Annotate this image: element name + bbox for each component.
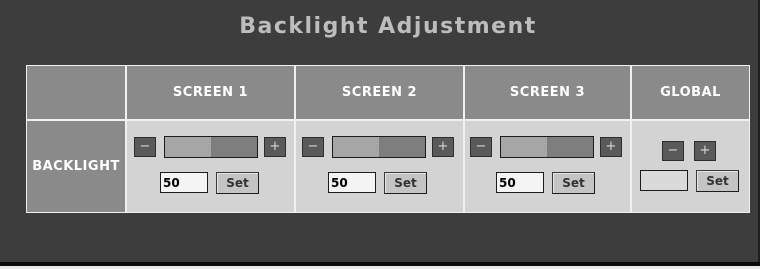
screen-3-set-button[interactable]: Set — [552, 172, 595, 194]
screen-2-controls: − + Set — [296, 121, 463, 212]
screen-2-slider-fill — [333, 137, 379, 157]
backlight-panel: Backlight Adjustment SCREEN 1 SCREEN 2 S… — [0, 0, 760, 262]
screen-1-value-input[interactable] — [160, 172, 208, 193]
row-label-backlight: BACKLIGHT — [27, 121, 125, 212]
screen-3-increase-button[interactable]: + — [600, 137, 622, 157]
screen-3-backlight-slider[interactable] — [500, 136, 594, 158]
header-screen-3: SCREEN 3 — [465, 66, 630, 119]
global-value-input[interactable] — [640, 170, 688, 191]
screen-2-increase-button[interactable]: + — [432, 137, 454, 157]
global-decrease-button[interactable]: − — [662, 141, 684, 161]
screen-2-backlight-slider[interactable] — [332, 136, 426, 158]
screen-3-slider-fill — [501, 137, 547, 157]
screen-2-set-button[interactable]: Set — [384, 172, 427, 194]
screen-3-controls: − + Set — [465, 121, 630, 212]
screen-1-controls: − + Set — [127, 121, 294, 212]
screen-2-decrease-button[interactable]: − — [302, 137, 324, 157]
screen-3-value-input[interactable] — [496, 172, 544, 193]
screen-1-set-button[interactable]: Set — [216, 172, 259, 194]
header-corner — [27, 66, 125, 119]
screen-1-increase-button[interactable]: + — [264, 137, 286, 157]
global-controls: − + Set — [632, 121, 749, 212]
header-screen-2: SCREEN 2 — [296, 66, 463, 119]
global-set-button[interactable]: Set — [696, 170, 739, 192]
screen-1-backlight-slider[interactable] — [164, 136, 258, 158]
page-title: Backlight Adjustment — [239, 14, 537, 39]
screen-1-decrease-button[interactable]: − — [134, 137, 156, 157]
global-increase-button[interactable]: + — [694, 141, 716, 161]
header-screen-1: SCREEN 1 — [127, 66, 294, 119]
screen-2-value-input[interactable] — [328, 172, 376, 193]
screen-3-decrease-button[interactable]: − — [470, 137, 492, 157]
backlight-table: SCREEN 1 SCREEN 2 SCREEN 3 GLOBAL BACKLI… — [26, 65, 750, 213]
screen-1-slider-fill — [165, 137, 211, 157]
header-global: GLOBAL — [632, 66, 749, 119]
